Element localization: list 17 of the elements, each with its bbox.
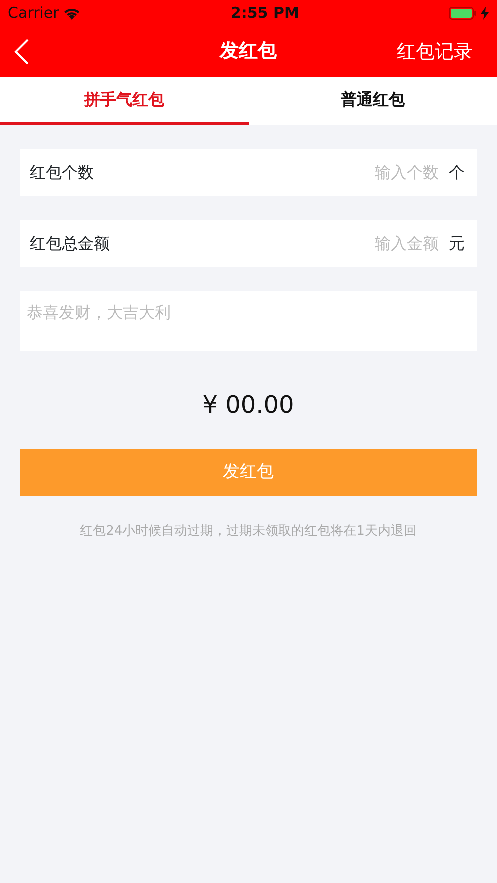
back-button[interactable] <box>14 38 30 66</box>
status-time: 2:55 PM <box>230 2 300 24</box>
records-link[interactable]: 红包记录 <box>397 38 473 66</box>
charging-bolt-icon <box>480 6 489 20</box>
carrier-label: Carrier <box>8 2 60 24</box>
battery-icon <box>448 6 477 20</box>
page-title: 发红包 <box>220 39 277 64</box>
field-label: 红包总金额 <box>30 232 111 254</box>
unit-label: 个 <box>449 162 465 184</box>
unit-label: 元 <box>449 232 465 254</box>
field-label: 红包个数 <box>30 162 95 184</box>
amount-display: ¥ 00.00 <box>202 391 294 419</box>
tab[interactable]: 普通红包 <box>248 77 497 125</box>
wifi-icon <box>63 6 82 20</box>
expiry-note: 红包24小时候自动过期，过期未领取的红包将在1天内退回 <box>80 524 417 539</box>
tab[interactable]: 拼手气红包 <box>0 77 248 125</box>
message-field[interactable]: 恭喜发财，大吉大利 <box>20 291 477 351</box>
